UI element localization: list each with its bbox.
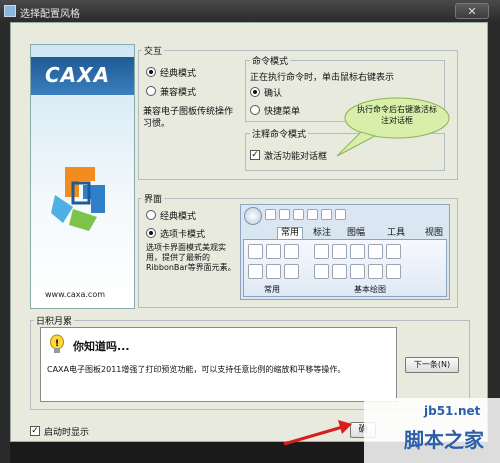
- ribbon-row-1: [248, 244, 299, 259]
- ui-ribbon-label[interactable]: 选项卡模式: [160, 227, 205, 240]
- lightbulb-icon: !: [50, 334, 64, 353]
- ribbon-tab-4: 视图: [425, 228, 444, 238]
- ribbon-tab-3: 工具: [387, 228, 406, 238]
- paste-icon: [266, 244, 281, 259]
- quick-access-toolbar: [265, 209, 445, 220]
- svg-text:!: !: [55, 339, 59, 349]
- ribbon-group-label-common: 常用: [264, 285, 280, 294]
- interaction-group-label: 交互: [142, 44, 165, 57]
- ribbon-row-3: [314, 244, 401, 259]
- ribbon-group-label-draw: 基本绘图: [354, 285, 386, 294]
- redo-icon: [335, 209, 346, 220]
- show-on-startup-label[interactable]: 启动时显示: [44, 425, 89, 438]
- window-frame-right: [488, 22, 500, 463]
- window-frame-left: [0, 22, 10, 463]
- shortcut-menu-radio[interactable]: [250, 105, 260, 115]
- spline-icon: [386, 244, 401, 259]
- polygon-icon: [386, 264, 401, 279]
- ui-classic-label[interactable]: 经典模式: [160, 209, 196, 222]
- layer-icon: [266, 264, 281, 279]
- hatch-icon: [332, 264, 347, 279]
- copy-icon: [248, 244, 263, 259]
- activate-dialog-checkbox[interactable]: ✓: [250, 150, 260, 160]
- logo-url: www.caxa.com: [45, 290, 106, 299]
- watermark-brand: 脚本之家: [404, 428, 484, 452]
- open-file-icon: [279, 209, 290, 220]
- properties-icon: [284, 264, 299, 279]
- interaction-compat-desc: 兼容电子图板传统操作习惯。: [143, 107, 234, 129]
- line-icon: [314, 244, 329, 259]
- interaction-compat-radio[interactable]: [146, 86, 156, 96]
- confirm-label[interactable]: 确认: [264, 86, 282, 99]
- ui-group-label: 界面: [142, 192, 165, 205]
- ribbon-tab-1: 标注: [313, 228, 332, 238]
- ribbon-tab-0: 常用: [277, 227, 303, 239]
- next-tip-button[interactable]: 下一条(N): [405, 357, 459, 373]
- window-title: 选择配置风格: [20, 9, 80, 20]
- logo-panel: CAXA www.caxa.com: [30, 44, 135, 309]
- ellipse-icon: [350, 264, 365, 279]
- shortcut-menu-label[interactable]: 快捷菜单: [264, 104, 300, 117]
- app-icon: [4, 5, 16, 17]
- caxa-emblem-icon: [51, 167, 105, 231]
- ribbon-panel: 常用 基本绘图: [243, 239, 447, 297]
- brand-logo-text: CAXA: [45, 63, 111, 87]
- confirm-radio[interactable]: [250, 87, 260, 97]
- print-icon: [307, 209, 318, 220]
- ribbon-row-4: [314, 264, 401, 279]
- ribbon-row-2: [248, 264, 299, 279]
- show-on-startup-checkbox[interactable]: ✓: [30, 426, 40, 436]
- save-icon: [293, 209, 304, 220]
- rectangle-icon: [368, 264, 383, 279]
- arc-icon: [368, 244, 383, 259]
- tips-box: ! 你知道吗... CAXA电子图板2011增强了打印预览功能，可以支持任意比例…: [40, 327, 397, 402]
- new-file-icon: [265, 209, 276, 220]
- circle-icon: [350, 244, 365, 259]
- close-button[interactable]: ✕: [455, 3, 489, 19]
- undo-icon: [321, 209, 332, 220]
- command-mode-desc: 正在执行命令时，单击鼠标右键表示: [250, 73, 395, 83]
- interaction-classic-label[interactable]: 经典模式: [160, 66, 196, 79]
- window-titlebar: 选择配置风格 ✕: [0, 0, 500, 22]
- format-icon: [284, 244, 299, 259]
- ui-classic-radio[interactable]: [146, 210, 156, 220]
- annotation-mode-label: 注释命令模式: [250, 127, 309, 140]
- ui-ribbon-desc: 选项卡界面模式美观实用，提供了最新的RibbonBar等界面元素。: [146, 243, 236, 272]
- watermark-site: jb51.net: [424, 404, 481, 418]
- ribbon-preview: 常用 标注 图幅 工具 视图 常用 基本绘图: [240, 204, 450, 300]
- interaction-classic-radio[interactable]: [146, 67, 156, 77]
- ui-ribbon-radio[interactable]: [146, 228, 156, 238]
- tips-body: CAXA电子图板2011增强了打印预览功能，可以支持任意比例的缩放和平移等操作。: [47, 365, 346, 374]
- command-mode-label: 命令模式: [250, 54, 291, 67]
- tips-heading: 你知道吗...: [73, 340, 130, 353]
- move-icon: [248, 264, 263, 279]
- hint-bubble-text: 执行命令后右键激活标注对话框: [357, 105, 437, 125]
- watermark: jb51.net 脚本之家: [364, 398, 500, 463]
- logo-band: CAXA: [31, 57, 134, 95]
- app-menu-icon: [244, 207, 262, 225]
- tips-group-label: 日积月累: [34, 314, 75, 327]
- interaction-compat-label[interactable]: 兼容模式: [160, 85, 196, 98]
- red-arrow-icon: [283, 420, 352, 446]
- polyline-icon: [332, 244, 347, 259]
- text-icon: [314, 264, 329, 279]
- ribbon-tab-2: 图幅: [347, 228, 366, 238]
